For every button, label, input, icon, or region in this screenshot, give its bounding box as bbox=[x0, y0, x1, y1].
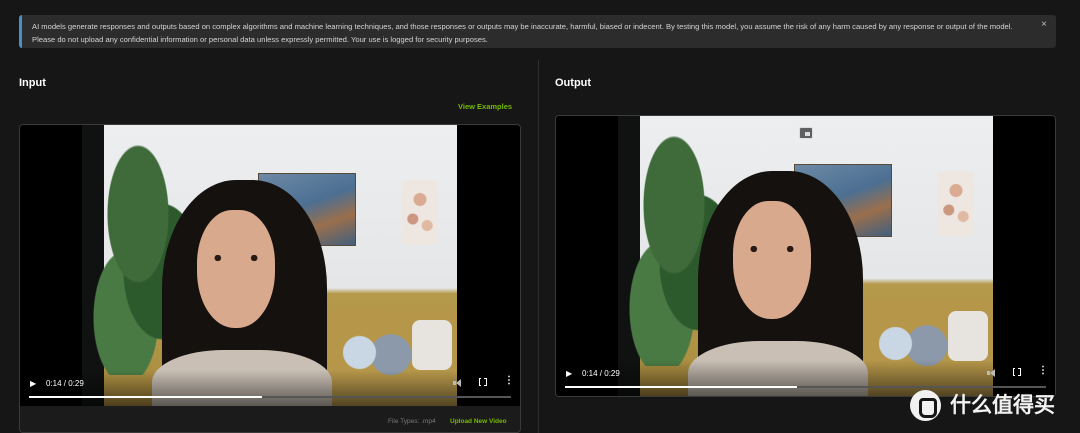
smzdm-logo bbox=[910, 390, 941, 421]
input-seek-bar[interactable] bbox=[29, 396, 511, 398]
input-video-card: ▶ 0:14 / 0:29 ⋮ File Types: .mp4 Upload … bbox=[19, 124, 521, 433]
shell-decoration bbox=[402, 180, 438, 245]
upload-new-video-link[interactable]: Upload New Video bbox=[450, 418, 507, 425]
output-seek-bar[interactable] bbox=[565, 386, 1046, 388]
watermark-text: 什么值得买 bbox=[950, 394, 1055, 417]
person-eyes bbox=[210, 255, 262, 261]
panel-divider bbox=[538, 60, 539, 433]
person-eyes bbox=[746, 246, 798, 252]
shell-decoration bbox=[938, 171, 974, 236]
person-face bbox=[733, 201, 811, 319]
close-icon[interactable]: × bbox=[1041, 20, 1047, 30]
disclaimer-text: AI models generate responses and outputs… bbox=[32, 22, 1013, 44]
output-video-frame bbox=[618, 116, 993, 396]
volume-icon[interactable] bbox=[987, 368, 997, 378]
smzdm-watermark: 什么值得买 bbox=[910, 390, 1070, 424]
upload-footer: File Types: .mp4 Upload New Video bbox=[20, 406, 520, 432]
output-video-player[interactable]: ▶ 0:14 / 0:29 ⋮ bbox=[556, 116, 1055, 396]
file-types-label: File Types: .mp4 bbox=[388, 418, 436, 425]
view-examples-link[interactable]: View Examples bbox=[458, 102, 512, 111]
play-icon[interactable]: ▶ bbox=[30, 379, 36, 389]
person-face bbox=[197, 210, 275, 328]
pillow bbox=[948, 311, 988, 361]
play-icon[interactable]: ▶ bbox=[566, 369, 572, 379]
output-seek-progress bbox=[565, 386, 798, 388]
output-time-display: 0:14 / 0:29 bbox=[582, 369, 620, 378]
more-options-icon[interactable]: ⋮ bbox=[1038, 366, 1048, 376]
volume-icon[interactable] bbox=[453, 378, 463, 388]
input-time-display: 0:14 / 0:29 bbox=[46, 379, 84, 388]
plush-toys bbox=[342, 330, 412, 375]
input-video-player[interactable]: ▶ 0:14 / 0:29 ⋮ bbox=[20, 125, 520, 406]
picture-in-picture-icon[interactable] bbox=[799, 127, 813, 139]
fullscreen-icon[interactable] bbox=[1013, 367, 1021, 376]
more-options-icon[interactable]: ⋮ bbox=[504, 376, 514, 386]
input-video-controls: ▶ 0:14 / 0:29 ⋮ bbox=[20, 370, 520, 406]
fullscreen-icon[interactable] bbox=[479, 377, 487, 386]
input-video-frame bbox=[82, 125, 457, 406]
disclaimer-banner: AI models generate responses and outputs… bbox=[19, 15, 1056, 48]
output-title: Output bbox=[555, 77, 592, 89]
pillow bbox=[412, 320, 452, 370]
input-seek-progress bbox=[29, 396, 262, 398]
output-video-card: ▶ 0:14 / 0:29 ⋮ bbox=[555, 115, 1056, 397]
input-title: Input bbox=[19, 77, 46, 89]
